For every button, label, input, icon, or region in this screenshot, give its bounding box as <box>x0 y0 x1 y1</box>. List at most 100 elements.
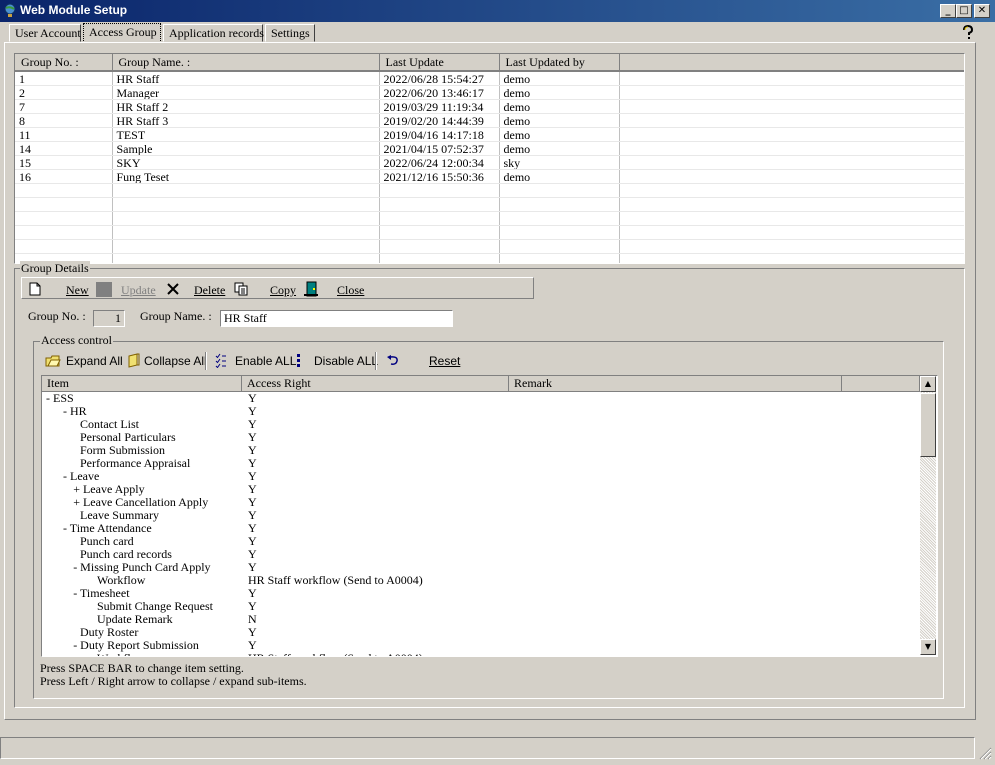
undo-icon[interactable] <box>386 355 400 366</box>
table-cell <box>499 253 620 263</box>
copy-button[interactable]: Copy <box>270 283 296 298</box>
column-header-access-right[interactable]: Access Right <box>242 376 509 392</box>
table-cell: 2 <box>15 85 113 100</box>
table-cell <box>112 211 380 226</box>
tree-row[interactable]: Update Remark N <box>42 613 920 626</box>
collapse-all-button[interactable]: Collapse All <box>144 354 207 368</box>
delete-x-icon[interactable] <box>166 282 180 296</box>
column-header-last-update[interactable]: Last Update <box>379 54 500 72</box>
tree-row[interactable]: - Missing Punch Card Apply Y <box>42 561 920 574</box>
tree-row[interactable]: Punch card Y <box>42 535 920 548</box>
tree-row[interactable]: - Leave Y <box>42 470 920 483</box>
column-header-item[interactable]: Item <box>42 376 242 392</box>
table-cell <box>619 85 964 100</box>
status-bar <box>0 737 975 759</box>
table-row[interactable] <box>15 253 964 263</box>
disable-list-icon[interactable] <box>296 353 302 368</box>
group-list-table[interactable]: Group No. : Group Name. : Last Update La… <box>14 53 965 264</box>
table-cell <box>619 141 964 156</box>
scroll-up-button[interactable]: ▲ <box>920 376 936 392</box>
table-row[interactable]: 11 TEST 2019/04/16 14:17:18 demo <box>15 127 964 142</box>
table-cell <box>112 225 380 240</box>
tree-row[interactable]: Performance Appraisal Y <box>42 457 920 470</box>
update-button[interactable]: Update <box>121 283 156 298</box>
enable-all-button[interactable]: Enable ALL <box>235 354 296 368</box>
new-document-icon[interactable] <box>29 282 41 296</box>
column-header-group-no[interactable]: Group No. : <box>15 54 113 72</box>
table-row[interactable] <box>15 197 964 212</box>
tree-row[interactable]: Personal Particulars Y <box>42 431 920 444</box>
table-cell: Fung Teset <box>112 169 380 184</box>
new-button[interactable]: New <box>66 283 89 298</box>
column-header-remark[interactable]: Remark <box>509 376 842 392</box>
table-row[interactable] <box>15 211 964 226</box>
table-cell <box>15 225 113 240</box>
exit-door-icon[interactable] <box>304 281 318 297</box>
table-row[interactable]: 15 SKY 2022/06/24 12:00:34 sky <box>15 155 964 170</box>
tree-vertical-scrollbar[interactable]: ▲ ▼ <box>920 376 936 655</box>
delete-button[interactable]: Delete <box>194 283 225 298</box>
group-no-label: Group No. : <box>28 309 86 323</box>
close-button[interactable]: Close <box>337 283 364 298</box>
table-row[interactable] <box>15 225 964 240</box>
table-cell <box>379 239 500 254</box>
tree-row[interactable]: - Time Attendance Y <box>42 522 920 535</box>
table-cell <box>15 211 113 226</box>
collapse-folder-icon[interactable] <box>127 353 140 368</box>
column-header-last-updated-by[interactable]: Last Updated by <box>499 54 620 72</box>
maximize-button[interactable]: □ <box>956 4 972 18</box>
toolbar-separator <box>375 352 377 370</box>
table-cell <box>619 239 964 254</box>
table-cell <box>112 239 380 254</box>
app-globe-icon <box>4 3 16 17</box>
table-cell: HR Staff 3 <box>112 113 380 128</box>
tree-row[interactable]: Submit Change Request Y <box>42 600 920 613</box>
disable-all-button[interactable]: Disable ALL <box>314 354 378 368</box>
table-cell: 2019/03/29 11:19:34 <box>379 99 500 114</box>
toolbar-separator <box>205 352 207 370</box>
table-row[interactable]: 7 HR Staff 2 2019/03/29 11:19:34 demo <box>15 99 964 114</box>
reset-button[interactable]: Reset <box>429 354 460 368</box>
title-bar: Web Module Setup _ □ ✕ <box>0 0 995 22</box>
scroll-down-button[interactable]: ▼ <box>920 639 936 655</box>
table-row[interactable]: 2 Manager 2022/06/20 13:46:17 demo <box>15 85 964 100</box>
tree-row[interactable]: - ESS Y <box>42 392 920 405</box>
table-row[interactable]: 16 Fung Teset 2021/12/16 15:50:36 demo <box>15 169 964 184</box>
table-cell: demo <box>499 85 620 100</box>
table-cell: 15 <box>15 155 113 170</box>
tree-row[interactable]: + Leave Cancellation Apply Y <box>42 496 920 509</box>
resize-grip-icon[interactable] <box>978 746 992 760</box>
expand-folder-icon[interactable] <box>45 354 61 367</box>
column-header-group-name[interactable]: Group Name. : <box>112 54 380 72</box>
tree-row[interactable]: - Duty Report Submission Y <box>42 639 920 652</box>
table-cell <box>619 127 964 142</box>
table-cell: 2019/02/20 14:44:39 <box>379 113 500 128</box>
scroll-thumb[interactable] <box>920 393 936 457</box>
table-cell: HR Staff <box>112 71 380 86</box>
tab-settings[interactable]: Settings <box>265 24 315 42</box>
table-cell <box>379 253 500 263</box>
copy-icon[interactable] <box>234 282 249 296</box>
table-cell <box>619 197 964 212</box>
table-row[interactable]: 8 HR Staff 3 2019/02/20 14:44:39 demo <box>15 113 964 128</box>
tab-access-group[interactable]: Access Group <box>83 23 161 43</box>
minimize-button[interactable]: _ <box>940 4 956 18</box>
table-row[interactable]: 1 HR Staff 2022/06/28 15:54:27 demo <box>15 71 964 86</box>
tree-row[interactable]: WorkflowHR Staff workflow (Send to A0004… <box>42 574 920 587</box>
access-tree[interactable]: - ESS Y - HR Y Contact List Y Personal Particu… <box>42 392 920 656</box>
group-name-input[interactable]: HR Staff <box>220 310 453 327</box>
tree-row[interactable]: WorkflowHR Staff workflow (Send to A0004… <box>42 652 920 657</box>
close-window-button[interactable]: ✕ <box>974 4 990 18</box>
tab-user-account[interactable]: User Account <box>9 24 81 42</box>
tree-row[interactable]: Leave Summary Y <box>42 509 920 522</box>
enable-checklist-icon[interactable] <box>215 353 227 368</box>
table-row[interactable]: 14 Sample 2021/04/15 07:52:37 demo <box>15 141 964 156</box>
tree-row[interactable]: - HR Y <box>42 405 920 418</box>
table-row[interactable] <box>15 183 964 198</box>
expand-all-button[interactable]: Expand All <box>66 354 123 368</box>
table-cell <box>15 239 113 254</box>
tab-application-records[interactable]: Application records <box>163 24 264 42</box>
table-cell: 14 <box>15 141 113 156</box>
table-row[interactable] <box>15 239 964 254</box>
help-icon[interactable] <box>961 25 975 41</box>
